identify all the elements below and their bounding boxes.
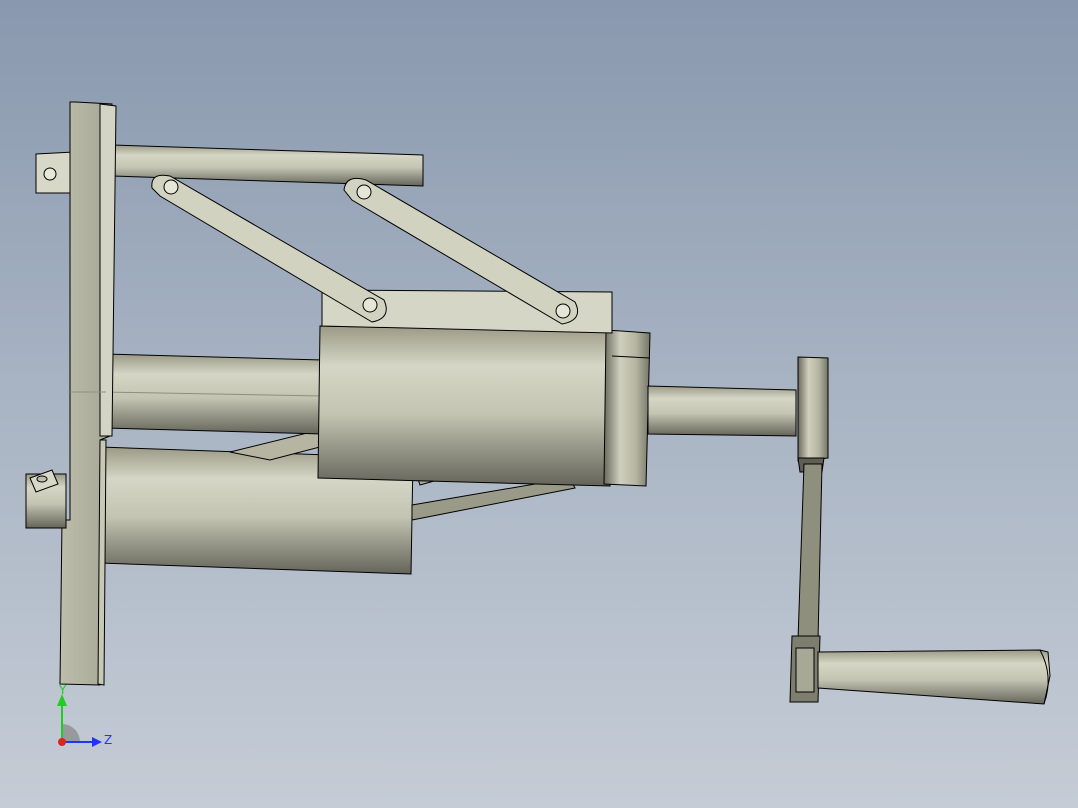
reference-triad: Y Z bbox=[57, 683, 112, 747]
rail-hole bbox=[43, 167, 57, 181]
x-axis-dot bbox=[58, 738, 66, 746]
crank-hub[interactable] bbox=[797, 356, 829, 473]
crank-handle[interactable] bbox=[817, 649, 1051, 705]
lower-bracket[interactable] bbox=[25, 469, 67, 529]
z-axis-label: Z bbox=[104, 733, 112, 747]
output-shaft[interactable] bbox=[647, 385, 797, 437]
cad-model-scene[interactable] bbox=[0, 0, 1078, 808]
z-axis-arrow bbox=[92, 737, 102, 747]
graphics-viewport[interactable]: Y Z bbox=[0, 0, 1078, 808]
y-axis-label: Y bbox=[58, 683, 67, 697]
crank-arm[interactable] bbox=[789, 463, 823, 703]
